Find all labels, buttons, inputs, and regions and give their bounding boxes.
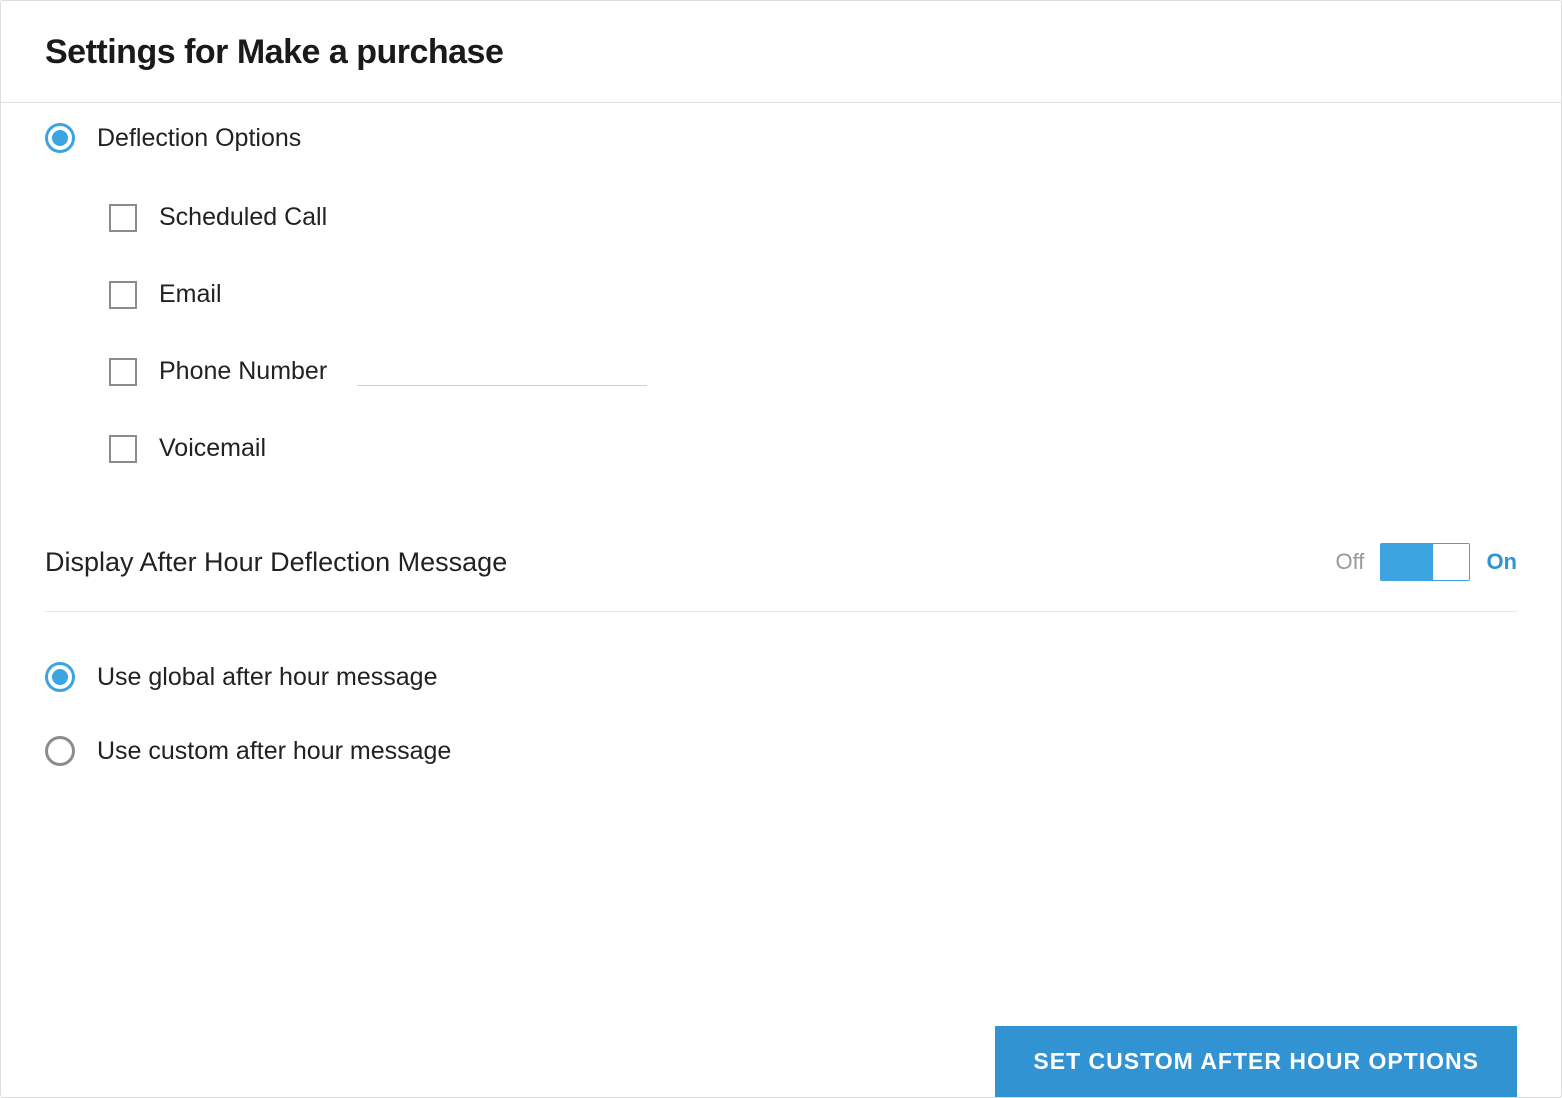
- deflection-heading-label: Deflection Options: [97, 124, 301, 153]
- page-title: Settings for Make a purchase: [45, 33, 1517, 72]
- after-hours-toggle[interactable]: [1380, 543, 1470, 581]
- panel-header: Settings for Make a purchase: [1, 1, 1561, 103]
- use-custom-radio[interactable]: [45, 736, 75, 766]
- deflection-radio[interactable]: [45, 123, 75, 153]
- after-hours-options: Use global after hour message Use custom…: [45, 662, 1517, 766]
- scheduled-call-checkbox[interactable]: [109, 204, 137, 232]
- panel-body: Deflection Options Scheduled Call Email …: [1, 103, 1561, 840]
- display-after-hour-label: Display After Hour Deflection Message: [45, 547, 507, 578]
- voicemail-row: Voicemail: [109, 434, 1517, 463]
- use-global-radio[interactable]: [45, 662, 75, 692]
- toggle-on-label: On: [1486, 549, 1517, 575]
- phone-number-checkbox[interactable]: [109, 358, 137, 386]
- action-row: SET CUSTOM AFTER HOUR OPTIONS: [995, 1026, 1517, 1097]
- scheduled-call-label: Scheduled Call: [159, 203, 327, 232]
- deflection-heading-row: Deflection Options: [45, 123, 1517, 153]
- phone-number-input[interactable]: [357, 358, 647, 386]
- scheduled-call-row: Scheduled Call: [109, 203, 1517, 232]
- use-global-row: Use global after hour message: [45, 662, 1517, 692]
- toggle-thumb: [1433, 544, 1469, 580]
- after-hours-toggle-section: Display After Hour Deflection Message Of…: [45, 543, 1517, 612]
- phone-number-label: Phone Number: [159, 357, 327, 386]
- settings-panel: Settings for Make a purchase Deflection …: [0, 0, 1562, 1098]
- set-custom-after-hour-button[interactable]: SET CUSTOM AFTER HOUR OPTIONS: [995, 1026, 1517, 1097]
- email-label: Email: [159, 280, 222, 309]
- email-checkbox[interactable]: [109, 281, 137, 309]
- voicemail-checkbox[interactable]: [109, 435, 137, 463]
- email-row: Email: [109, 280, 1517, 309]
- deflection-checkbox-group: Scheduled Call Email Phone Number Voicem…: [45, 203, 1517, 463]
- toggle-off-label: Off: [1335, 549, 1364, 575]
- deflection-section: Deflection Options Scheduled Call Email …: [45, 123, 1517, 463]
- phone-number-row: Phone Number: [109, 357, 1517, 386]
- use-custom-row: Use custom after hour message: [45, 736, 1517, 766]
- voicemail-label: Voicemail: [159, 434, 266, 463]
- use-custom-label: Use custom after hour message: [97, 737, 451, 766]
- toggle-controls: Off On: [1335, 543, 1517, 581]
- use-global-label: Use global after hour message: [97, 663, 437, 692]
